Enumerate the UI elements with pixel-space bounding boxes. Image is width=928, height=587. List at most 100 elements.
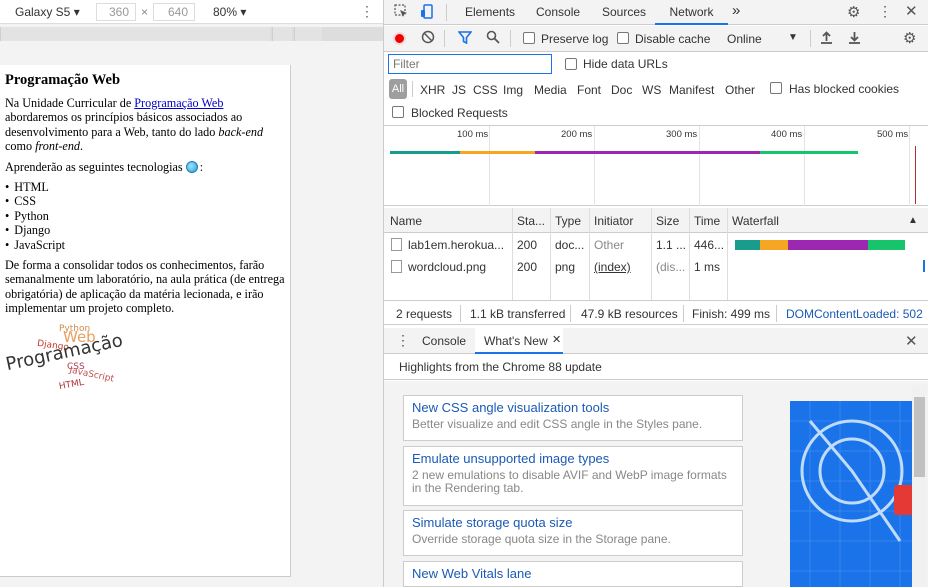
close-devtools-icon[interactable]: ✕ [905, 2, 918, 20]
type-filter-all[interactable]: All [389, 79, 407, 99]
feature-card[interactable]: Emulate unsupported image types 2 new em… [403, 446, 743, 506]
export-har-icon[interactable] [848, 30, 861, 47]
filter-input[interactable] [388, 54, 552, 74]
drawer-tab-whats-new[interactable]: What's New ✕ [475, 328, 563, 354]
finish-time: Finish: 499 ms [692, 307, 771, 321]
filter-icon[interactable] [457, 31, 473, 47]
waterfall-bar [868, 240, 905, 250]
column-status[interactable]: Sta... [517, 214, 545, 228]
close-tab-icon[interactable]: ✕ [552, 333, 561, 346]
settings-gear-icon[interactable]: ⚙ [847, 3, 860, 21]
type-filter-other[interactable]: Other [725, 83, 755, 97]
inspect-icon[interactable] [394, 4, 409, 22]
tab-network[interactable]: Network [655, 0, 728, 25]
intro-paragraph: Na Unidade Curricular de Programação Web… [5, 96, 285, 154]
feature-title: Emulate unsupported image types [412, 451, 610, 466]
has-blocked-cookies-checkbox[interactable] [770, 82, 782, 94]
document-file-icon [391, 238, 402, 251]
waterfall-bar [923, 260, 925, 272]
ruler-segment[interactable] [294, 27, 322, 41]
type-filter-xhr[interactable]: XHR [420, 83, 445, 97]
hide-data-urls-checkbox[interactable] [565, 58, 577, 70]
type-filter-manifest[interactable]: Manifest [669, 83, 714, 97]
request-initiator: Other [594, 238, 625, 252]
request-type: doc... [555, 238, 585, 252]
has-blocked-cookies-label: Has blocked cookies [789, 82, 900, 96]
request-time: 1 ms [694, 260, 721, 274]
wordcloud-image: Python Web Django Programação CSS JavaSc… [4, 322, 135, 402]
search-icon[interactable] [486, 30, 500, 47]
chevron-down-icon: ▼ [788, 32, 798, 43]
drawer-tab-console[interactable]: Console [422, 334, 466, 348]
whats-new-panel: Highlights from the Chrome 88 update New… [384, 355, 928, 587]
lab-paragraph: De forma a consolidar todos os conhecime… [5, 257, 285, 316]
scrollbar-thumb[interactable] [914, 397, 925, 477]
type-filter-css[interactable]: CSS [473, 83, 498, 97]
type-filter-js[interactable]: JS [452, 83, 466, 97]
column-time[interactable]: Time [694, 214, 720, 228]
list-item: Python [5, 209, 285, 224]
table-row[interactable]: lab1em.herokua... 200 doc... Other 1.1 .… [384, 234, 727, 256]
column-size[interactable]: Size [656, 214, 679, 228]
waterfall-bar [788, 240, 868, 250]
zoom-select[interactable]: 80% ▾ [213, 5, 246, 19]
technologies-text: Aprenderão as seguintes tecnologias [5, 159, 183, 174]
type-filter-img[interactable]: Img [503, 83, 523, 97]
type-filter-media[interactable]: Media [534, 83, 567, 97]
disable-cache-checkbox[interactable] [617, 32, 629, 44]
request-status: 200 [517, 238, 538, 252]
throttling-select[interactable]: Online ▼ [727, 32, 799, 46]
sort-ascending-icon[interactable]: ▲ [908, 215, 918, 226]
network-settings-gear-icon[interactable]: ⚙ [903, 29, 916, 47]
scrollbar[interactable] [912, 385, 927, 587]
device-toggle-icon[interactable] [420, 4, 434, 22]
type-filter-ws[interactable]: WS [642, 83, 661, 97]
feature-description: Better visualize and edit CSS angle in t… [412, 417, 703, 431]
type-filter-doc[interactable]: Doc [611, 83, 632, 97]
divider [444, 30, 445, 47]
divider [776, 305, 777, 322]
ruler-segment[interactable] [272, 27, 292, 41]
preserve-log-checkbox[interactable] [523, 32, 535, 44]
record-icon[interactable] [393, 32, 406, 45]
tab-elements[interactable]: Elements [465, 5, 515, 19]
tab-console[interactable]: Console [536, 5, 580, 19]
timeline-gridline [699, 126, 700, 206]
timeline-gridline [909, 126, 910, 206]
course-link[interactable]: Programação Web [134, 96, 223, 110]
network-overview-timeline[interactable]: 100 ms 200 ms 300 ms 400 ms 500 ms [384, 126, 928, 206]
zoom-value: 80% [213, 5, 238, 19]
media-query-ruler[interactable] [0, 27, 383, 41]
column-waterfall[interactable]: Waterfall [732, 214, 779, 228]
clear-icon[interactable] [421, 30, 435, 47]
feature-card[interactable]: Simulate storage quota size Override sto… [403, 510, 743, 556]
globe-icon [185, 161, 198, 174]
column-name[interactable]: Name [390, 214, 422, 228]
drawer-menu-icon[interactable]: ⋮ [396, 332, 410, 349]
more-tabs-icon[interactable]: » [732, 2, 740, 19]
more-options-icon[interactable]: ⋮ [360, 3, 374, 20]
column-initiator[interactable]: Initiator [594, 214, 633, 228]
tab-sources[interactable]: Sources [602, 5, 646, 19]
device-width-input[interactable]: 360 [96, 3, 136, 21]
import-har-icon[interactable] [820, 30, 833, 47]
request-initiator-link[interactable]: (index) [594, 260, 631, 274]
feature-card[interactable]: New Web Vitals lane [403, 561, 743, 587]
feature-card[interactable]: New CSS angle visualization tools Better… [403, 395, 743, 441]
drawer-tabbar: ⋮ Console What's New ✕ ✕ [384, 328, 928, 354]
blocked-requests-checkbox[interactable] [392, 106, 404, 118]
type-filter-font[interactable]: Font [577, 83, 601, 97]
table-row[interactable]: wordcloud.png 200 png (index) (dis... 1 … [384, 256, 727, 278]
feature-title: Simulate storage quota size [412, 515, 573, 530]
divider [412, 81, 413, 97]
ruler-segment[interactable] [0, 27, 270, 41]
column-type[interactable]: Type [555, 214, 581, 228]
list-item: CSS [5, 194, 285, 209]
customize-menu-icon[interactable]: ⋮ [878, 3, 892, 20]
divider [446, 4, 447, 21]
list-item: HTML [5, 180, 285, 195]
device-select[interactable]: Galaxy S5 ▾ [15, 5, 80, 19]
close-drawer-icon[interactable]: ✕ [905, 332, 918, 350]
image-file-icon [391, 260, 402, 273]
device-height-input[interactable]: 640 [153, 3, 195, 21]
